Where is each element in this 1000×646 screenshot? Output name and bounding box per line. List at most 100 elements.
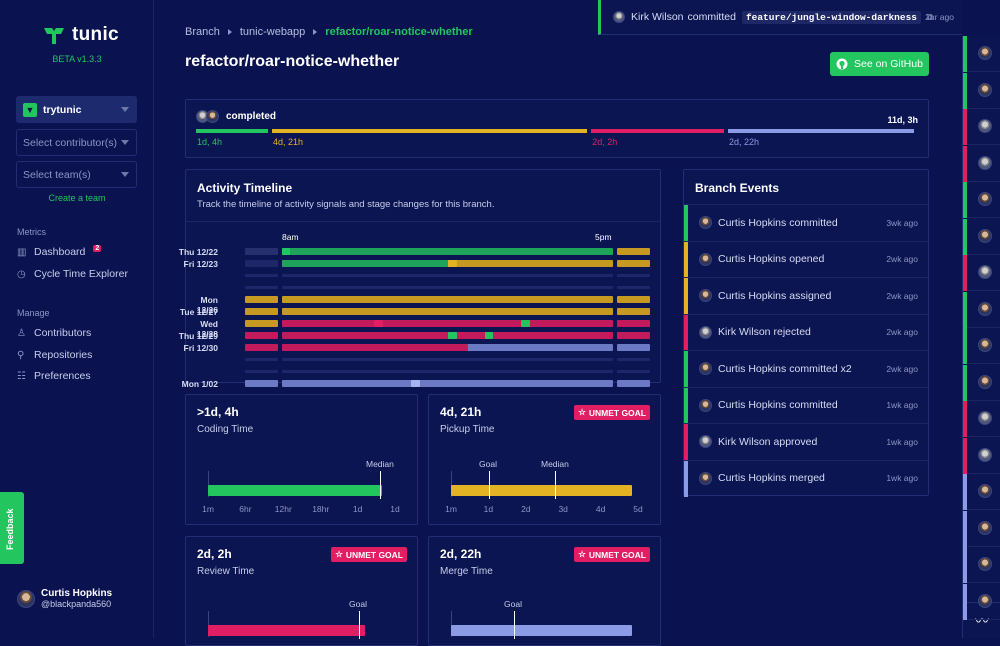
event-row[interactable]: Curtis Hopkins committed x2 2wk ago xyxy=(684,350,928,387)
rail-event[interactable] xyxy=(963,218,1000,255)
avatar xyxy=(978,338,992,352)
axis-tick-label: 4d xyxy=(595,504,606,514)
goal-marker-line xyxy=(514,611,515,639)
breadcrumb-branch[interactable]: Branch xyxy=(185,26,220,38)
avatar xyxy=(978,520,992,535)
timeline-cell xyxy=(617,370,650,373)
timeline-day-label: Fri 12/30 xyxy=(183,343,219,353)
manage-section-label: Manage xyxy=(17,308,50,318)
nav-contributors-label: Contributors xyxy=(34,327,92,339)
axis-tick-label: 2d xyxy=(521,504,531,514)
activity-toast[interactable]: Kirk Wilson committed feature/jungle-win… xyxy=(598,0,962,35)
avatar xyxy=(978,119,992,133)
timeline-cell xyxy=(617,248,650,255)
link-icon: ⚲ xyxy=(17,349,25,361)
branch-events-title: Branch Events xyxy=(695,181,780,195)
timeline-cell xyxy=(617,260,650,267)
rail-stage-strip xyxy=(963,36,967,72)
event-action: committed xyxy=(789,399,838,411)
breadcrumb: Branch tunic-webapp refactor/roar-notice… xyxy=(185,26,473,38)
timeline-event-mark xyxy=(448,260,457,267)
rail-event[interactable] xyxy=(963,583,1000,620)
logo[interactable]: tunic xyxy=(42,24,119,46)
event-row[interactable]: Curtis Hopkins committed 1wk ago xyxy=(684,386,928,424)
event-row[interactable]: Kirk Wilson approved 1wk ago xyxy=(684,423,928,460)
activity-rail: 〰 xyxy=(962,36,1000,638)
breadcrumb-repo[interactable]: tunic-webapp xyxy=(240,26,305,38)
rail-event[interactable] xyxy=(963,72,1000,109)
event-time: 2wk ago xyxy=(886,290,918,301)
timeline-cell xyxy=(245,358,278,361)
rail-event[interactable] xyxy=(963,364,1000,401)
contributor-select[interactable]: Select contributor(s) xyxy=(16,129,137,156)
axis-tick-label: 5d xyxy=(633,504,643,514)
timeline-cell xyxy=(245,370,278,373)
avatar xyxy=(699,216,712,229)
rail-stage-strip xyxy=(963,291,967,328)
nav-cycle-time-explorer[interactable]: ◷ Cycle Time Explorer xyxy=(17,268,128,280)
marker-label: Median xyxy=(366,459,394,469)
nav-repositories-label: Repositories xyxy=(34,349,93,361)
event-time: 3wk ago xyxy=(886,217,918,228)
axis-tick-label: 12hr xyxy=(274,504,292,514)
rail-stage-strip xyxy=(963,437,967,474)
stage-segment-label: 4d, 21h xyxy=(273,137,304,147)
nav-repositories[interactable]: ⚲ Repositories xyxy=(17,349,92,361)
tunic-logo-icon xyxy=(44,28,64,44)
event-user: Kirk Wilson xyxy=(718,326,771,338)
rail-event[interactable] xyxy=(963,255,1000,291)
event-row[interactable]: Curtis Hopkins committed 3wk ago xyxy=(684,204,928,241)
rail-event[interactable] xyxy=(963,291,1000,328)
org-select[interactable]: ▼ trytunic xyxy=(16,96,137,123)
create-team-link[interactable]: Create a team xyxy=(0,193,154,203)
nav-dashboard[interactable]: ▥ Dashboard 2 xyxy=(17,245,102,258)
axis-tick-label: 6hr xyxy=(239,504,252,514)
total-cycle-time: 11d, 3h xyxy=(887,115,918,125)
timeline-cell xyxy=(617,274,650,277)
timeline-activity-bar xyxy=(282,274,613,277)
timeline-day-label: Tue 12/27 xyxy=(179,307,218,317)
rail-event[interactable] xyxy=(963,109,1000,145)
sidebar: tunic BETA v1.3.3 ▼ trytunic Select cont… xyxy=(0,0,154,638)
star-icon: ☆ xyxy=(578,549,586,559)
marker-label: Goal xyxy=(504,599,522,609)
nav-dashboard-label: Dashboard xyxy=(34,246,86,258)
nav-preferences[interactable]: ☷ Preferences xyxy=(17,370,91,382)
event-time: 1wk ago xyxy=(886,436,918,447)
feedback-tab[interactable]: Feedback xyxy=(0,492,24,564)
divider xyxy=(186,221,660,222)
timeline-activity-bar xyxy=(282,296,613,303)
avatar xyxy=(613,11,625,23)
rail-event[interactable] xyxy=(963,36,1000,72)
event-action: committed x2 xyxy=(789,362,852,375)
event-stage-strip xyxy=(684,424,688,460)
rail-event[interactable] xyxy=(963,510,1000,547)
rail-event[interactable] xyxy=(963,328,1000,364)
timeline-event-mark xyxy=(374,320,383,327)
rail-event[interactable] xyxy=(963,437,1000,474)
timeline-cell xyxy=(245,332,278,339)
event-row[interactable]: Curtis Hopkins opened 2wk ago xyxy=(684,240,928,278)
event-row[interactable]: Curtis Hopkins merged 1wk ago xyxy=(684,459,928,497)
stage-card: >1d, 4h Coding Time Median 1m 6hr 12hr 18hr 1d 1… xyxy=(185,394,418,525)
avatar xyxy=(978,557,992,571)
branch-events-panel: Branch Events Curtis Hopkins committed 3wk… xyxy=(683,169,929,497)
chevron-down-icon xyxy=(121,140,129,145)
rail-stage-strip xyxy=(963,145,967,182)
nav-contributors[interactable]: ♙ Contributors xyxy=(17,327,91,339)
event-row[interactable]: Kirk Wilson rejected 2wk ago xyxy=(684,313,928,351)
rail-event[interactable] xyxy=(963,547,1000,583)
nav-cycle-time-label: Cycle Time Explorer xyxy=(34,268,128,280)
current-user[interactable]: Curtis Hopkins @blackpanda560 xyxy=(17,588,112,609)
rail-stage-strip xyxy=(963,109,967,145)
event-row[interactable]: Curtis Hopkins assigned 2wk ago xyxy=(684,277,928,314)
rail-event[interactable] xyxy=(963,401,1000,437)
rail-event[interactable] xyxy=(963,145,1000,182)
status-text: completed xyxy=(226,111,277,122)
see-on-github-button[interactable]: See on GitHub xyxy=(830,52,929,76)
rail-event[interactable] xyxy=(963,182,1000,218)
team-select[interactable]: Select team(s) xyxy=(16,161,137,188)
event-user: Curtis Hopkins xyxy=(718,289,787,302)
toast-time: 2hr ago xyxy=(925,12,954,22)
rail-event[interactable] xyxy=(963,474,1000,510)
